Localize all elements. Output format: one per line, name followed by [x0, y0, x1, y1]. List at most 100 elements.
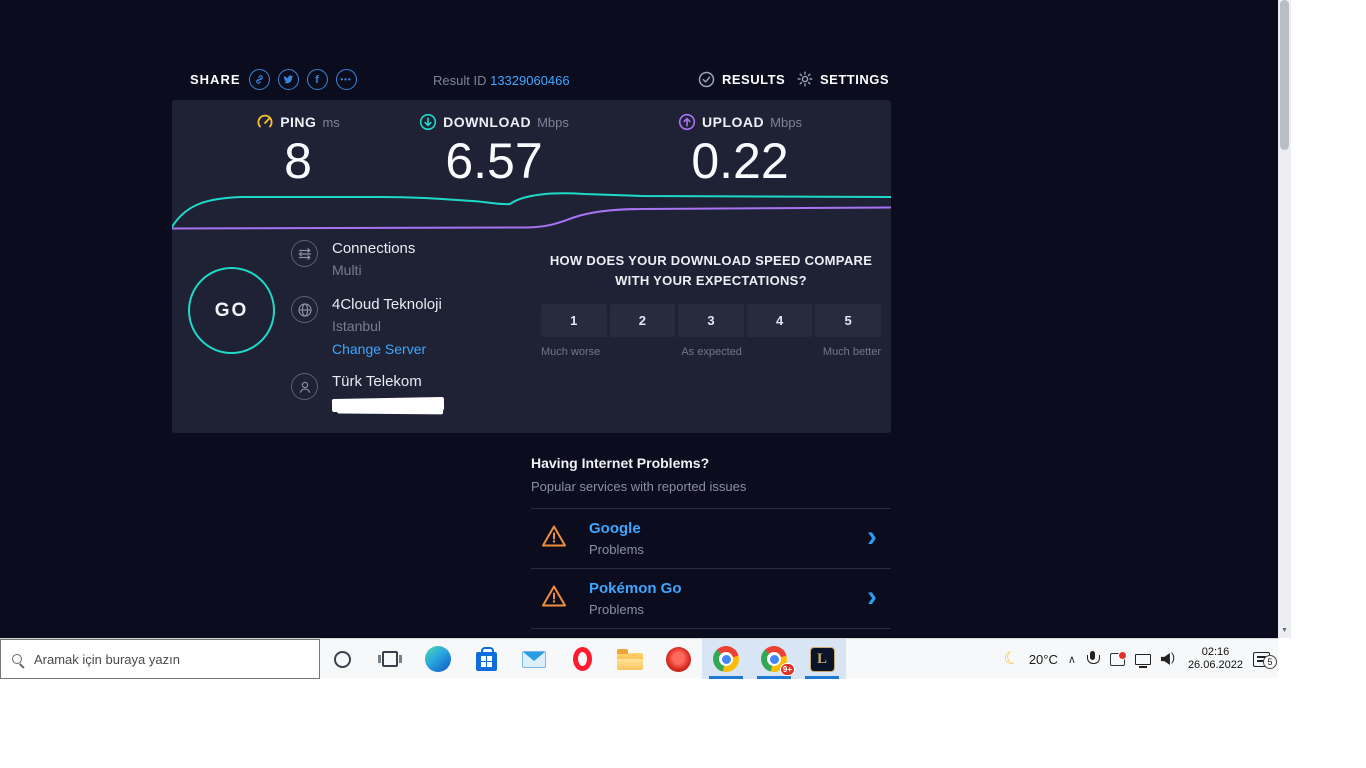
rating-option-1[interactable]: 1 — [541, 304, 607, 337]
go-button[interactable]: GO — [188, 267, 275, 354]
redacted-ip — [331, 397, 445, 412]
chevron-right-icon[interactable]: › — [867, 581, 877, 612]
mail-icon — [522, 650, 546, 668]
problems-title: Having Internet Problems? — [531, 455, 710, 471]
rating-question-line2: WITH YOUR EXPECTATIONS? — [615, 273, 807, 288]
edge-icon — [425, 646, 451, 672]
edge-button[interactable] — [414, 639, 462, 679]
speedtest-page: SHARE f ••• Result ID 13329060466 RESULT… — [0, 0, 1278, 638]
results-nav-button[interactable]: RESULTS — [698, 71, 785, 88]
problem-status: Problems — [589, 602, 644, 617]
result-id-link[interactable]: 13329060466 — [490, 73, 570, 88]
ping-stat: PING ms 8 — [218, 113, 378, 188]
opera-button[interactable] — [558, 639, 606, 679]
search-placeholder: Aramak için buraya yazın — [34, 651, 180, 667]
chrome-icon — [713, 646, 739, 672]
problems-section: Having Internet Problems? Popular servic… — [531, 455, 891, 629]
system-tray: ☾ 20°C ∧ ) 02:16 26.06.2022 5 — [1001, 639, 1277, 679]
connections-label: Connections — [332, 240, 416, 257]
rating-option-4[interactable]: 4 — [746, 304, 813, 337]
rating-scale-labels: Much worse As expected Much better — [541, 346, 881, 358]
rating-label-better: Much better — [822, 346, 881, 358]
share-more-icon[interactable]: ••• — [335, 69, 357, 90]
server-row: 4Cloud Teknoloji Istanbul Change Server — [291, 296, 442, 357]
chevron-right-icon[interactable]: › — [867, 521, 877, 552]
problem-service-link[interactable]: Pokémon Go — [589, 580, 682, 597]
upload-label: UPLOAD — [702, 114, 765, 130]
server-name: 4Cloud Teknoloji — [332, 296, 442, 313]
scrollbar-track[interactable]: ▼ — [1278, 0, 1291, 638]
screen: SHARE f ••• Result ID 13329060466 RESULT… — [0, 0, 1366, 768]
person-icon — [291, 373, 318, 400]
result-panel: PING ms 8 DOWNLOAD Mbps 6.57 UPLOAD Mbps — [172, 100, 891, 433]
task-view-icon — [378, 651, 402, 667]
windows-taskbar: Aramak için buraya yazın 9+ L ☾ 20°C ∧)… — [0, 638, 1278, 679]
red-app-icon — [665, 646, 691, 672]
change-server-link[interactable]: Change Server — [332, 341, 442, 357]
action-center-icon[interactable]: 5 — [1253, 651, 1277, 669]
warning-triangle-icon — [541, 584, 567, 613]
rating-options: 1 2 3 4 5 — [541, 304, 881, 337]
globe-icon — [291, 296, 318, 323]
share-twitter-icon[interactable] — [277, 69, 299, 90]
isp-row: Türk Telekom — [291, 373, 445, 412]
result-id: Result ID 13329060466 — [433, 73, 570, 88]
gear-icon — [797, 71, 813, 87]
clock-date: 26.06.2022 — [1187, 659, 1243, 671]
scrollbar-thumb[interactable] — [1280, 0, 1289, 150]
tray-expand-caret[interactable]: ∧ — [1068, 653, 1076, 666]
rating-option-3[interactable]: 3 — [678, 304, 744, 337]
taskbar-search[interactable]: Aramak için buraya yazın — [0, 639, 320, 679]
problem-service-link[interactable]: Google — [589, 520, 644, 537]
network-icon[interactable] — [1134, 653, 1151, 668]
store-button[interactable] — [462, 639, 510, 679]
file-explorer-button[interactable] — [606, 639, 654, 679]
speaker-wave: ) — [1170, 650, 1175, 664]
cortana-button[interactable] — [318, 639, 366, 679]
clock-time: 02:16 — [1201, 646, 1230, 658]
ping-unit: ms — [322, 114, 340, 130]
upload-value: 0.22 — [691, 133, 789, 189]
league-icon: L — [809, 646, 835, 672]
cortana-icon — [333, 650, 351, 668]
list-item[interactable]: Pokémon Go Problems › — [531, 569, 891, 629]
problem-status: Problems — [589, 542, 644, 557]
ping-gauge-icon — [257, 114, 273, 128]
chrome-button[interactable] — [702, 639, 750, 679]
share-facebook-icon[interactable]: f — [306, 69, 328, 90]
action-center-badge: 5 — [1263, 654, 1277, 669]
results-label: RESULTS — [722, 72, 786, 87]
task-view-button[interactable] — [366, 639, 414, 679]
isp-name: Türk Telekom — [332, 373, 422, 390]
opera-icon — [572, 647, 592, 671]
rating-option-5[interactable]: 5 — [815, 304, 881, 337]
share-link-icon[interactable] — [248, 69, 270, 90]
rating-label-expected: As expected — [681, 346, 742, 358]
circle-check-icon — [698, 71, 715, 88]
clock[interactable]: 02:16 26.06.2022 — [1188, 646, 1243, 672]
screen-capture-icon[interactable] — [1109, 650, 1127, 666]
warning-triangle-icon — [541, 524, 567, 553]
download-label: DOWNLOAD — [443, 114, 532, 130]
download-unit: Mbps — [537, 114, 569, 130]
red-app-button[interactable] — [654, 639, 702, 679]
settings-nav-button[interactable]: SETTINGS — [797, 71, 889, 87]
speaker-icon[interactable]: ) — [1161, 650, 1178, 666]
search-icon — [12, 654, 22, 664]
rating-option-2[interactable]: 2 — [609, 304, 676, 337]
chrome-profile-button[interactable]: 9+ — [750, 639, 798, 679]
rating-label-worse: Much worse — [541, 346, 601, 358]
server-city: Istanbul — [332, 318, 382, 334]
scrollbar-down-arrow[interactable]: ▼ — [1278, 623, 1291, 638]
result-id-label: Result ID — [433, 73, 487, 88]
download-value: 6.57 — [445, 133, 543, 189]
microphone-icon[interactable] — [1086, 651, 1101, 667]
speed-graph — [172, 192, 891, 230]
mail-button[interactable] — [510, 639, 558, 679]
list-item[interactable]: Google Problems › — [531, 509, 891, 569]
temperature-label[interactable]: 20°C — [1029, 652, 1058, 667]
folder-icon — [617, 649, 643, 670]
league-button[interactable]: L — [798, 639, 846, 679]
upload-unit: Mbps — [770, 114, 802, 130]
weather-moon-icon[interactable]: ☾ — [1001, 647, 1021, 670]
